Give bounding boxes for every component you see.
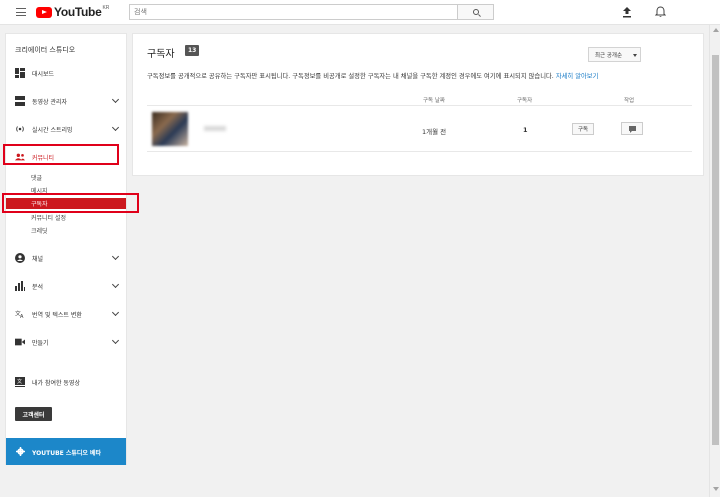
subscriber-name-redacted[interactable] bbox=[204, 126, 226, 131]
column-header-subscribers: 구독자 bbox=[517, 98, 533, 104]
privacy-notice: 구독정보를 공개적으로 공유하는 구독자만 표시됩니다. 구독정보를 비공개로 … bbox=[147, 71, 707, 80]
translate-icon: 文A bbox=[15, 310, 24, 319]
subscriber-count-badge: 13 bbox=[185, 45, 200, 56]
sidebar-item-label: 채널 bbox=[32, 255, 44, 263]
sidebar-item-translations[interactable]: 文A 번역 및 텍스트 변환 bbox=[6, 307, 126, 321]
sidebar-item-analytics[interactable]: 분석 bbox=[6, 279, 126, 293]
sort-dropdown-label: 최근 공개순 bbox=[595, 52, 623, 59]
search-icon bbox=[473, 9, 479, 15]
logo-region: KR bbox=[102, 5, 110, 11]
sidebar-item-live-streaming[interactable]: 실시간 스트리밍 bbox=[6, 122, 126, 136]
video-manager-icon bbox=[15, 96, 25, 106]
table-divider bbox=[147, 151, 692, 152]
caret-down-icon bbox=[633, 54, 637, 57]
page-title: 구독자 bbox=[147, 49, 175, 60]
search-button[interactable] bbox=[457, 4, 494, 20]
studio-beta-button[interactable]: YOUTUBE 스튜디오 베타 bbox=[6, 438, 126, 465]
analytics-icon bbox=[15, 281, 25, 291]
chevron-down-icon bbox=[111, 280, 120, 289]
sidebar-subitem-credits[interactable]: 크레딧 bbox=[31, 226, 48, 235]
sidebar-item-label: 번역 및 텍스트 변환 bbox=[32, 311, 82, 319]
subscriber-avatar[interactable] bbox=[152, 112, 188, 146]
youtube-logo[interactable]: YouTube KR bbox=[36, 5, 109, 19]
table-divider bbox=[147, 105, 692, 106]
notifications-icon[interactable] bbox=[655, 6, 666, 18]
sidebar-item-label: 분석 bbox=[32, 283, 44, 291]
sidebar-item-contributions[interactable]: 文 내가 참여한 동영상 bbox=[6, 375, 126, 389]
upload-icon[interactable] bbox=[622, 6, 632, 18]
page-scrollbar[interactable] bbox=[709, 25, 720, 497]
scroll-up-icon[interactable] bbox=[713, 28, 719, 32]
subscribers-panel: 구독자 13 최근 공개순 구독정보를 공개적으로 공유하는 구독자만 표시됩니… bbox=[132, 33, 704, 176]
sidebar-item-label: 대시보드 bbox=[32, 70, 55, 78]
logo-wordmark: YouTube bbox=[54, 5, 102, 19]
search-input[interactable] bbox=[130, 5, 457, 19]
sidebar-item-channel[interactable]: 채널 bbox=[6, 251, 126, 265]
svg-text:文: 文 bbox=[17, 378, 22, 385]
chevron-down-icon bbox=[111, 95, 120, 104]
column-header-actions: 작업 bbox=[624, 98, 635, 104]
subscribe-button[interactable]: 구독 bbox=[572, 123, 594, 135]
message-icon bbox=[629, 126, 636, 133]
sort-dropdown[interactable]: 최근 공개순 bbox=[588, 47, 641, 62]
sidebar-item-label: 실시간 스트리밍 bbox=[32, 126, 73, 134]
scroll-down-icon[interactable] bbox=[713, 487, 719, 491]
sidebar-item-create[interactable]: 만들기 bbox=[6, 335, 126, 349]
community-highlight-box bbox=[3, 144, 119, 165]
subscribe-date: 1개월 전 bbox=[422, 128, 447, 136]
sidebar-item-video-manager[interactable]: 동영상 관리자 bbox=[6, 94, 126, 108]
subscribers-highlight-box bbox=[2, 193, 139, 213]
chevron-down-icon bbox=[111, 123, 120, 132]
scrollbar-thumb[interactable] bbox=[712, 55, 719, 445]
creator-studio-sidebar: 크리에이터 스튜디오 대시보드 동영상 관리자 실시간 스트리밍 커뮤니티 댓글… bbox=[5, 33, 127, 465]
sidebar-subitem-community-settings[interactable]: 커뮤니티 설정 bbox=[31, 213, 66, 222]
contributions-icon: 文 bbox=[15, 377, 25, 387]
top-bar: YouTube KR bbox=[0, 0, 720, 25]
sidebar-item-label: 만들기 bbox=[32, 339, 49, 347]
message-button[interactable] bbox=[621, 122, 643, 135]
sidebar-item-label: 동영상 관리자 bbox=[32, 98, 68, 106]
live-streaming-icon bbox=[16, 126, 24, 132]
sidebar-title: 크리에이터 스튜디오 bbox=[15, 46, 76, 54]
help-center-button[interactable]: 고객센터 bbox=[15, 407, 52, 421]
studio-beta-label: YOUTUBE 스튜디오 베타 bbox=[32, 450, 102, 457]
privacy-notice-text: 구독정보를 공개적으로 공유하는 구독자만 표시됩니다. 구독정보를 비공개로 … bbox=[147, 73, 554, 80]
sidebar-item-label: 내가 참여한 동영상 bbox=[32, 379, 80, 387]
svg-text:A: A bbox=[20, 314, 24, 319]
gear-icon bbox=[16, 447, 25, 456]
subscriber-count: 1 bbox=[523, 126, 528, 134]
chevron-down-icon bbox=[111, 252, 120, 261]
sidebar-subitem-comments[interactable]: 댓글 bbox=[31, 173, 42, 182]
search-box bbox=[129, 4, 458, 20]
sidebar-item-dashboard[interactable]: 대시보드 bbox=[6, 66, 126, 80]
menu-icon[interactable] bbox=[16, 7, 26, 17]
column-header-date: 구독 날짜 bbox=[423, 98, 445, 104]
learn-more-link[interactable]: 자세히 알아보기 bbox=[556, 73, 599, 80]
create-icon bbox=[15, 338, 25, 346]
chevron-down-icon bbox=[111, 336, 120, 345]
dashboard-icon bbox=[15, 68, 25, 78]
chevron-down-icon bbox=[111, 308, 120, 317]
channel-icon bbox=[15, 253, 25, 263]
youtube-play-icon bbox=[36, 6, 52, 18]
